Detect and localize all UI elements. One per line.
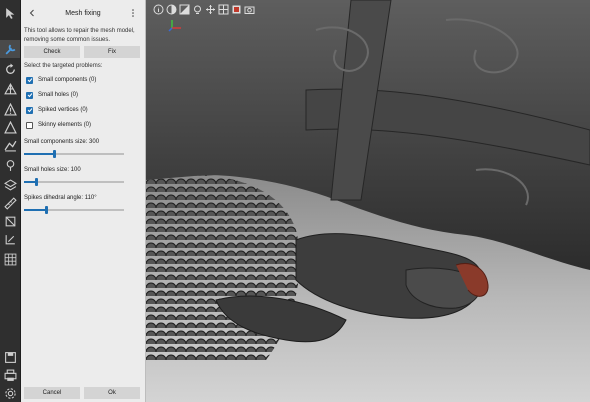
layers-icon[interactable]: [3, 178, 17, 192]
checkbox-label: Skinny elements (0): [38, 122, 92, 128]
rotate-icon[interactable]: [3, 62, 17, 76]
frame-icon[interactable]: [230, 3, 242, 15]
settings-icon[interactable]: [3, 386, 17, 400]
transform-icon[interactable]: [3, 214, 17, 228]
panel-header: Mesh fixing: [21, 0, 145, 26]
slider-components-size[interactable]: [24, 150, 124, 158]
texture-icon[interactable]: [3, 232, 17, 246]
print-icon[interactable]: [3, 368, 17, 382]
left-toolbar: [0, 0, 21, 402]
checkbox-spiked-vertices[interactable]: Spiked vertices (0): [26, 105, 88, 115]
checkbox-unchecked-icon[interactable]: [26, 121, 33, 129]
tools-icon[interactable]: [0, 40, 20, 58]
checkbox-checked-icon[interactable]: [26, 76, 33, 84]
wireframe-icon[interactable]: [178, 3, 190, 15]
camera-icon[interactable]: [243, 3, 255, 15]
more-options-icon[interactable]: [131, 8, 135, 18]
mesh-icon[interactable]: [3, 82, 17, 96]
move-icon[interactable]: [204, 3, 216, 15]
fix-button[interactable]: Fix: [84, 46, 140, 58]
slider-label-components: Small components size: 300: [24, 139, 100, 145]
problems-label: Select the targeted problems:: [24, 63, 103, 69]
slider-thumb[interactable]: [45, 206, 48, 214]
checkbox-skinny-elements[interactable]: Skinny elements (0): [26, 120, 91, 130]
mesh-model-render[interactable]: [146, 0, 590, 402]
select-icon[interactable]: [3, 6, 17, 20]
ok-button[interactable]: Ok: [84, 387, 140, 399]
checkbox-label: Spiked vertices (0): [38, 107, 88, 113]
panel-title: Mesh fixing: [65, 10, 101, 17]
check-button[interactable]: Check: [24, 46, 80, 58]
slider-label-holes: Small holes size: 100: [24, 167, 81, 173]
slider-thumb[interactable]: [35, 178, 38, 186]
panel-description: This tool allows to repair the mesh mode…: [24, 28, 135, 43]
info-icon[interactable]: [152, 3, 164, 15]
checkbox-checked-icon[interactable]: [26, 106, 33, 114]
triangle-icon[interactable]: [3, 120, 17, 134]
grid-view-icon[interactable]: [217, 3, 229, 15]
checkbox-label: Small holes (0): [38, 92, 79, 98]
checkbox-small-components[interactable]: Small components (0): [26, 75, 96, 85]
cancel-button[interactable]: Cancel: [24, 387, 80, 399]
light-icon[interactable]: [191, 3, 203, 15]
slider-label-spikes: Spikes dihedral angle: 110°: [24, 195, 97, 201]
mesh-fixing-panel: Mesh fixing This tool allows to repair t…: [21, 0, 146, 402]
viewport-toolbar: [152, 3, 255, 17]
checkbox-label: Small components (0): [38, 77, 97, 83]
axes-gizmo-icon: [168, 20, 181, 32]
warning-icon[interactable]: [3, 102, 17, 116]
shading-icon[interactable]: [165, 3, 177, 15]
checkbox-checked-icon[interactable]: [26, 91, 33, 99]
pin-icon[interactable]: [3, 158, 17, 172]
measure-icon[interactable]: [3, 196, 17, 210]
sculpt-icon[interactable]: [3, 138, 17, 152]
grid-icon[interactable]: [3, 252, 17, 266]
checkbox-small-holes[interactable]: Small holes (0): [26, 90, 78, 100]
save-icon[interactable]: [3, 350, 17, 364]
slider-fill: [24, 153, 54, 155]
slider-fill: [24, 209, 46, 211]
3d-viewport[interactable]: [146, 0, 590, 402]
slider-spikes-angle[interactable]: [24, 206, 124, 214]
slider-holes-size[interactable]: [24, 178, 124, 186]
slider-thumb[interactable]: [53, 150, 56, 158]
